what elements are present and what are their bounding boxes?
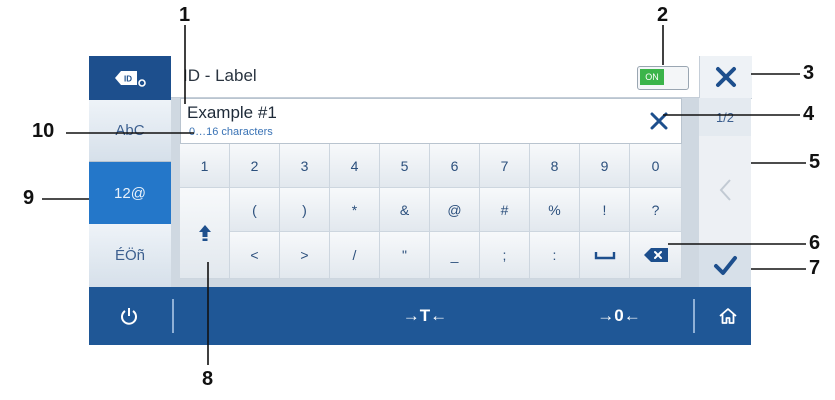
callout-leader-lines (42, 25, 806, 365)
callout-number: 4 (803, 103, 815, 125)
callout-number: 10 (32, 120, 55, 142)
callout-number: 8 (202, 368, 214, 390)
callout-number: 3 (803, 62, 815, 84)
callout-number: 5 (809, 151, 821, 173)
callout-number: 9 (23, 187, 35, 209)
callout-number: 2 (657, 4, 669, 26)
callout-number: 1 (179, 4, 191, 26)
callout-number: 6 (809, 232, 821, 254)
callout-number: 7 (809, 257, 821, 279)
